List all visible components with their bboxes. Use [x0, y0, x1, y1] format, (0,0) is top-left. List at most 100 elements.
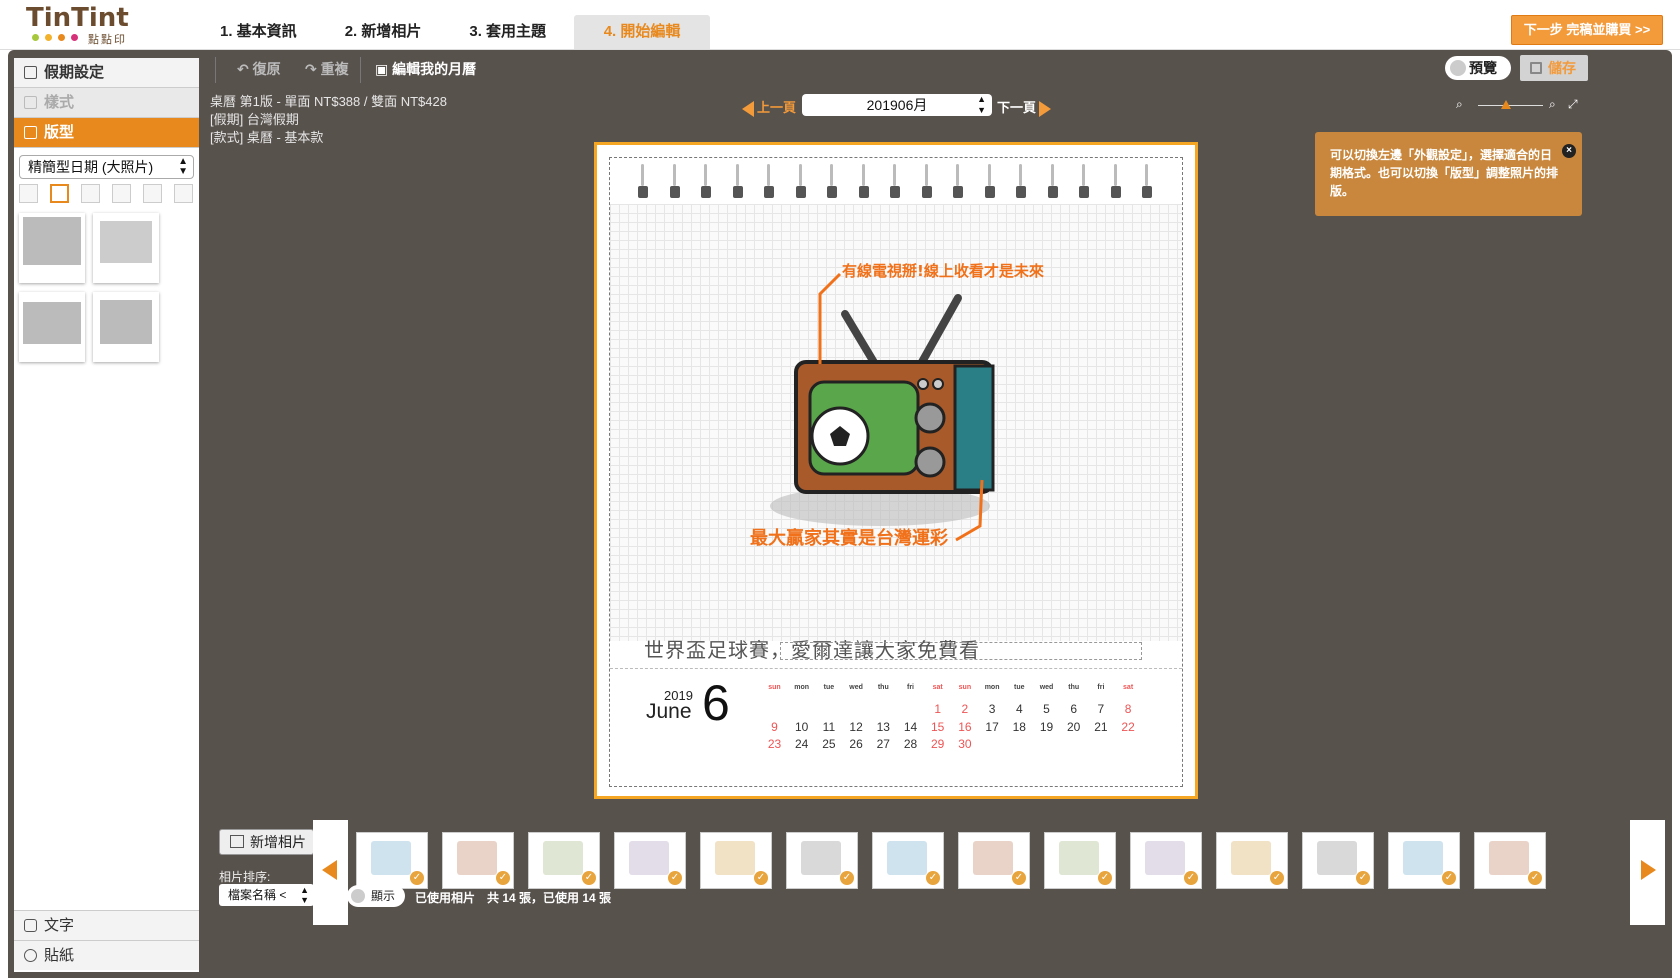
photo-thumbnail[interactable]: ✓ [1044, 832, 1116, 889]
layout-thumbnail[interactable] [19, 292, 85, 362]
layout-two-column-icon[interactable] [81, 184, 100, 203]
calendar-day: 14 [903, 719, 918, 734]
layout-thumbnail[interactable] [93, 213, 159, 283]
holiday-info: [假期] 台灣假期 [210, 112, 299, 127]
photo-thumbnail[interactable]: ✓ [958, 832, 1030, 889]
next-step-button[interactable]: 下一步 完稿並購買 >> [1511, 15, 1663, 45]
photo-image [629, 841, 669, 875]
calendar-day: 3 [988, 702, 996, 716]
strip-prev-icon[interactable] [322, 860, 337, 880]
sidebar: 假期設定 樣式 版型 精簡型日期 (大照片) ▲ ▼ 文字 貼紙 [14, 58, 199, 972]
calendar-day: 29 [931, 737, 945, 751]
logo-subtitle: 點點印 [88, 34, 127, 46]
product-info: 桌曆 第1版 - 單面 NT$388 / 雙面 NT$428 [假期] 台灣假期… [210, 93, 447, 147]
binding-ring [984, 164, 995, 198]
hint-tooltip: 可以切換左邊「外觀設定」，選擇適合的日期格式。也可以切換「版型」調整照片的排版。… [1315, 132, 1582, 216]
layout-list-icon[interactable] [174, 184, 193, 203]
photo-image [973, 841, 1013, 875]
zoom-slider-handle[interactable] [1501, 100, 1511, 109]
sort-select[interactable]: 檔案名稱 < ▲ ▼ [219, 884, 314, 906]
style-icon [24, 96, 37, 109]
sidebar-item-stickers[interactable]: 貼紙 [14, 940, 199, 970]
weekday-label: thu [1068, 684, 1080, 691]
close-icon[interactable]: × [1562, 144, 1576, 158]
svg-text:有線電視掰!線上收看才是未來: 有線電視掰!線上收看才是未來 [842, 262, 1044, 280]
layout-blank-icon[interactable] [19, 184, 38, 203]
photo-thumbnail[interactable]: ✓ [1216, 832, 1288, 889]
photo-thumbnail[interactable]: ✓ [1130, 832, 1202, 889]
used-check-icon: ✓ [926, 871, 940, 885]
step-start-editing[interactable]: 4. 開始編輯 [574, 15, 711, 49]
photo-image [457, 841, 497, 875]
save-button[interactable]: 儲存 [1520, 55, 1588, 81]
arrow-right-icon [1039, 100, 1052, 117]
redo-button[interactable]: ↷ 重複 [305, 59, 349, 79]
tintint-logo[interactable]: TinTint 點點印 [26, 4, 136, 46]
undo-icon: ↶ [237, 61, 253, 77]
binding-ring [1142, 164, 1152, 198]
photo-image [1403, 841, 1443, 875]
caption-text-box[interactable] [780, 642, 1142, 660]
layout-four-grid-icon[interactable] [112, 184, 131, 203]
sidebar-item-style[interactable]: 樣式 [14, 88, 199, 118]
layout-select-value: 精簡型日期 (大照片) [28, 159, 154, 175]
layout-thumbnail[interactable] [93, 292, 159, 362]
photo-thumbnail[interactable]: ✓ [786, 832, 858, 889]
layout-multi-grid-icon[interactable] [143, 184, 162, 203]
undo-button[interactable]: ↶ 復原 [237, 59, 281, 79]
used-check-icon: ✓ [754, 871, 768, 885]
photo-thumbnail[interactable]: ✓ [614, 832, 686, 889]
sidebar-item-holiday-settings[interactable]: 假期設定 [14, 58, 199, 88]
photo-thumbnail[interactable]: ✓ [1474, 832, 1546, 889]
layout-select[interactable]: 精簡型日期 (大照片) ▲ ▼ [19, 155, 194, 179]
step-add-photos[interactable]: 2. 新增相片 [325, 15, 442, 49]
used-check-icon: ✓ [1528, 871, 1542, 885]
photo-thumbnail[interactable]: ✓ [1388, 832, 1460, 889]
binding-ring [921, 164, 932, 198]
layout-thumbnail[interactable] [19, 213, 85, 283]
photo-slot[interactable]: 有線電視掰!線上收看才是未來 最大贏家其實是台灣運彩 [610, 204, 1182, 641]
binding-ring [953, 164, 963, 198]
binding-ring [890, 164, 900, 198]
binding-ring [638, 164, 648, 198]
calendar-day: 1 [934, 702, 942, 716]
prev-page-button[interactable]: 上一頁 [742, 97, 796, 117]
fullscreen-icon[interactable]: ⤢ [1568, 97, 1578, 112]
sidebar-item-layout[interactable]: 版型 [14, 118, 199, 148]
sidebar-item-label: 假期設定 [44, 64, 105, 81]
zoom-in-icon[interactable]: ⌕ [1549, 97, 1556, 112]
edit-title-label: 編輯我的月曆 [392, 61, 477, 77]
show-used-toggle[interactable]: 顯示 [347, 885, 405, 907]
toolbar-divider [215, 57, 216, 83]
step-basic-info[interactable]: 1. 基本資訊 [200, 15, 317, 49]
calendar-day: 30 [958, 737, 972, 751]
photo-thumbnail[interactable]: ✓ [872, 832, 944, 889]
used-check-icon: ✓ [582, 871, 596, 885]
next-page-button[interactable]: 下一頁 [997, 97, 1052, 117]
prev-label: 上一頁 [757, 100, 797, 115]
layout-single-icon[interactable] [50, 184, 69, 203]
layout-type-icons [19, 184, 193, 203]
calendar-day: 27 [876, 737, 890, 751]
photo-thumbnail[interactable]: ✓ [1302, 832, 1374, 889]
photo-thumbnail[interactable]: ✓ [442, 832, 514, 889]
add-photo-button[interactable]: 新增相片 [219, 829, 314, 855]
strip-next-icon[interactable] [1641, 860, 1656, 880]
sort-label: 相片排序: [219, 870, 271, 884]
photo-thumbnail[interactable]: ✓ [700, 832, 772, 889]
preview-toggle[interactable]: 預覽 [1445, 56, 1511, 80]
calendar-day: 28 [903, 737, 918, 751]
weekday-label: fri [1097, 684, 1105, 691]
photo-thumbnail[interactable]: ✓ [528, 832, 600, 889]
sidebar-item-label: 版型 [44, 124, 75, 141]
month-select[interactable]: 201906月 ▲ ▼ [802, 94, 992, 116]
arrow-left-icon [742, 100, 754, 117]
photo-thumbnail[interactable]: ✓ [356, 832, 428, 889]
logo-dots [32, 34, 78, 41]
toggle-knob [351, 889, 365, 903]
calendar-day: 18 [1012, 719, 1026, 734]
sidebar-item-text[interactable]: 文字 [14, 910, 199, 940]
zoom-out-icon[interactable]: ⌕ [1456, 97, 1463, 112]
photo-image [371, 841, 411, 875]
step-apply-theme[interactable]: 3. 套用主題 [449, 15, 566, 49]
